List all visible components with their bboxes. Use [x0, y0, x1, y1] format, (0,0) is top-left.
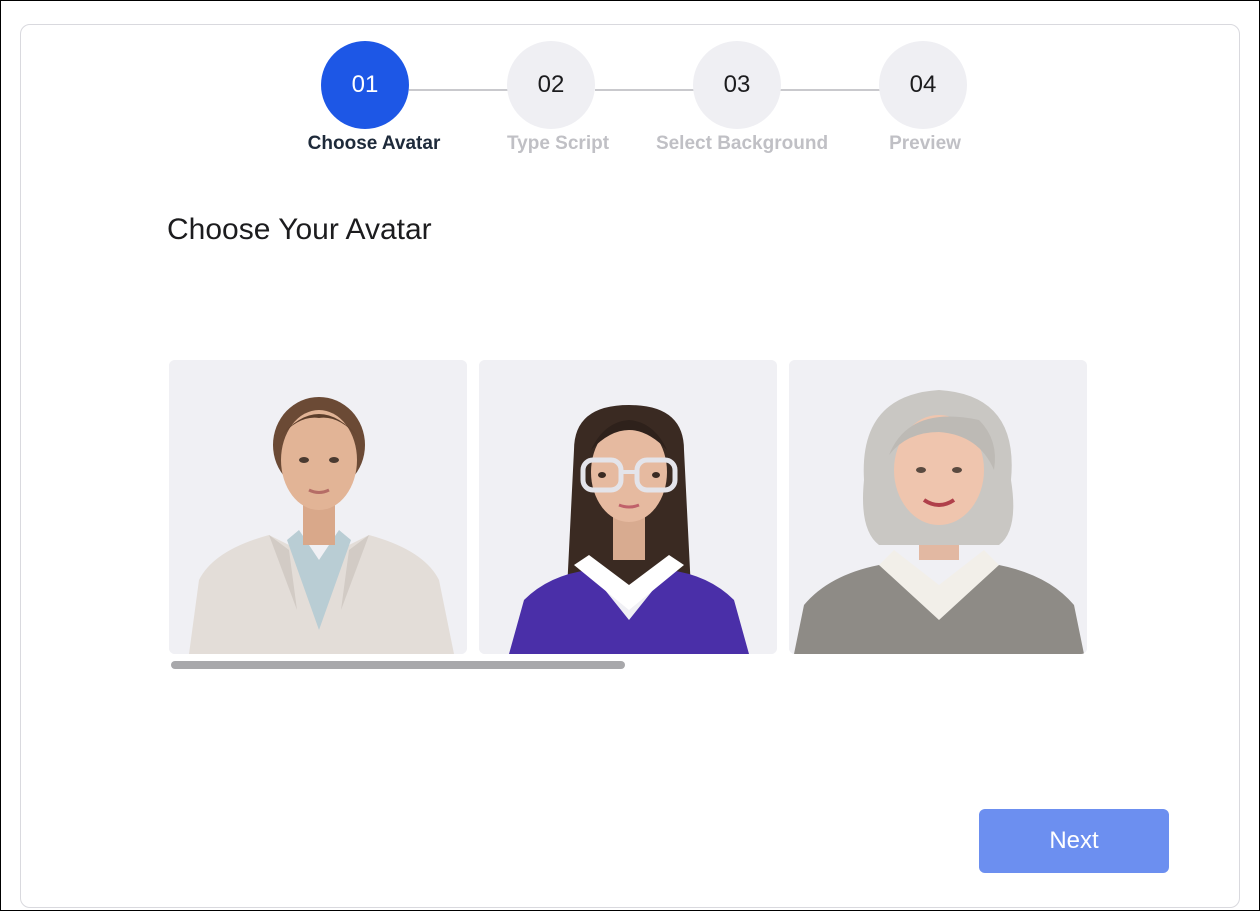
step-1-circle[interactable]: 01: [321, 41, 409, 129]
step-4-circle[interactable]: 04: [879, 41, 967, 129]
wizard-card: 01 02 03 04 Choose Avatar Type Script Se…: [20, 24, 1240, 908]
avatar-carousel[interactable]: [169, 360, 1087, 672]
step-2-label: Type Script: [506, 133, 610, 154]
stepper: 01 02 03 04 Choose Avatar Type Script Se…: [21, 25, 1239, 165]
step-1-label: Choose Avatar: [307, 133, 441, 154]
avatar-card-3[interactable]: [789, 360, 1087, 654]
carousel-scrollbar-thumb[interactable]: [171, 661, 625, 669]
step-connector: [779, 89, 881, 91]
avatar-card-1[interactable]: [169, 360, 467, 654]
carousel-scrollbar[interactable]: [169, 660, 1087, 670]
avatar-woman-blazer-photo: [169, 360, 467, 654]
avatar-woman-glasses-photo: [479, 360, 777, 654]
step-3-label: Select Background: [655, 133, 829, 154]
step-4-label: Preview: [889, 133, 961, 154]
page-title: Choose Your Avatar: [167, 213, 432, 246]
step-connector: [409, 89, 509, 91]
next-button[interactable]: Next: [979, 809, 1169, 873]
step-2-circle[interactable]: 02: [507, 41, 595, 129]
step-connector: [595, 89, 695, 91]
step-3-circle[interactable]: 03: [693, 41, 781, 129]
avatar-card-2[interactable]: [479, 360, 777, 654]
avatar-senior-woman-photo: [789, 360, 1087, 654]
